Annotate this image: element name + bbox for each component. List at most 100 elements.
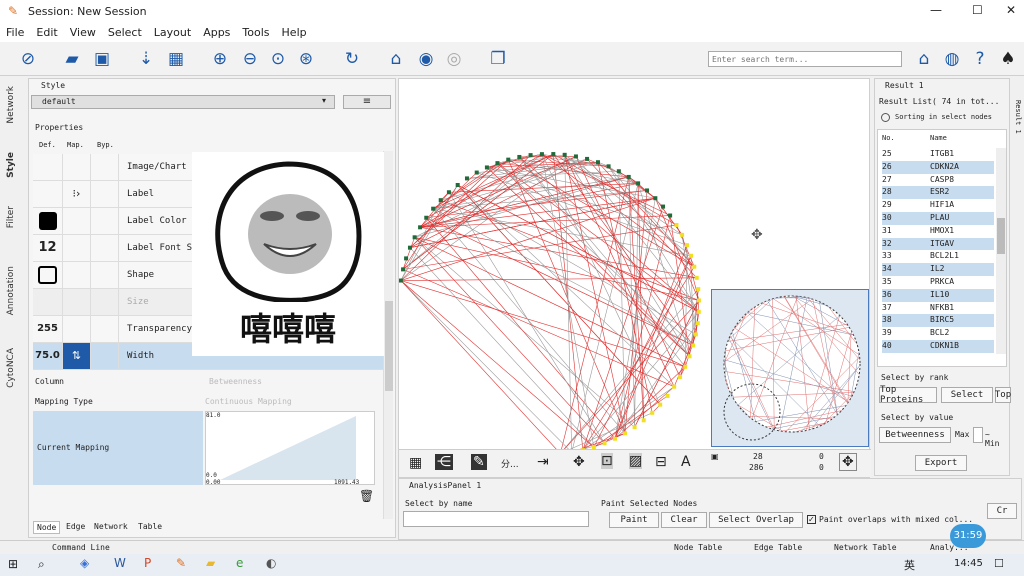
side-tab-filter[interactable]: Filter: [6, 206, 16, 228]
menu-file[interactable]: File: [0, 24, 30, 42]
paint-button[interactable]: Paint: [609, 512, 659, 528]
zoom-in-icon[interactable]: ⊕: [208, 47, 232, 71]
style-select[interactable]: default ▾: [31, 95, 335, 109]
layout-label[interactable]: 分...: [501, 457, 519, 470]
save-icon[interactable]: ▣: [90, 47, 114, 71]
browser-icon[interactable]: e: [236, 556, 243, 570]
result-scrollbar[interactable]: [996, 148, 1006, 354]
cytoscape-icon[interactable]: ✎: [176, 556, 186, 570]
tab-edge[interactable]: Edge: [63, 521, 88, 532]
select-overlap-button[interactable]: Select Overlap: [709, 512, 803, 528]
mapping-chart[interactable]: 81.0 0.0 0.00 1091.43: [205, 411, 375, 486]
edit-icon[interactable]: ✎: [471, 454, 487, 470]
style-menu-button[interactable]: ≡: [343, 95, 391, 109]
sorting-radio[interactable]: [881, 113, 890, 122]
select-button[interactable]: Select: [941, 387, 993, 403]
app-taskbar-icon-1[interactable]: ◈: [80, 556, 89, 570]
import-network-icon[interactable]: ⇣: [134, 47, 158, 71]
timer-badge[interactable]: 31:59: [950, 524, 986, 548]
node-table-tab[interactable]: Node Table: [674, 543, 722, 552]
hide-icon[interactable]: ◉: [414, 47, 438, 71]
share-icon[interactable]: ⋲: [435, 454, 453, 470]
side-tab-annotation[interactable]: Annotation: [6, 266, 16, 315]
result-row[interactable]: 38 BIRC5: [882, 314, 994, 328]
powerpoint-icon[interactable]: P: [144, 556, 151, 570]
ime-indicator[interactable]: 英: [904, 557, 915, 573]
result-row[interactable]: 40 CDKN1B: [882, 340, 994, 353]
result-row[interactable]: 28 ESR2: [882, 186, 994, 200]
network-table-tab[interactable]: Network Table: [834, 543, 897, 552]
home-network-icon[interactable]: ⌂: [384, 47, 408, 71]
mapping-type-value[interactable]: Continuous Mapping: [205, 397, 292, 406]
top-field[interactable]: Top: [995, 387, 1011, 403]
search-icon[interactable]: ⌕: [38, 557, 45, 572]
open-folder-icon[interactable]: ▰: [60, 47, 84, 71]
grid-icon[interactable]: ▦: [409, 455, 422, 471]
result-row[interactable]: 34 IL2: [882, 263, 994, 276]
value-column-select[interactable]: Betweenness: [879, 427, 951, 443]
network-canvas[interactable]: ✥ ▦ ⋲ ✎ 分... ⇥ ✥ ⊡ ▨ ⊟ A ▣ 28 286 0 0 ✥: [398, 78, 871, 478]
export-doc-icon[interactable]: ❐: [486, 47, 510, 71]
tab-node[interactable]: Node: [33, 521, 61, 534]
command-line-button[interactable]: Command Line: [52, 543, 110, 552]
export-button[interactable]: Export: [915, 455, 967, 471]
side-tab-style[interactable]: Style: [6, 152, 16, 178]
trash-icon[interactable]: 🗑: [359, 489, 374, 503]
help-icon[interactable]: ?: [968, 47, 992, 71]
search-input[interactable]: [708, 51, 902, 67]
mapping-sort-icon[interactable]: ⇅: [63, 343, 91, 369]
network-overview[interactable]: [711, 289, 869, 447]
menu-layout[interactable]: Layout: [148, 24, 197, 42]
menu-view[interactable]: View: [64, 24, 102, 42]
export-icon[interactable]: ⇥: [537, 454, 549, 470]
menu-edit[interactable]: Edit: [30, 24, 63, 42]
mapping-column-value[interactable]: Betweenness: [209, 377, 262, 386]
maximize-button[interactable]: ☐: [972, 3, 983, 17]
folder-icon[interactable]: ▰: [206, 556, 215, 570]
clock[interactable]: 14:45: [954, 558, 983, 569]
result-row[interactable]: 30 PLAU: [882, 212, 994, 225]
home-icon[interactable]: ⌂: [912, 47, 936, 71]
tab-network[interactable]: Network: [91, 521, 131, 532]
close-button[interactable]: ✕: [1006, 3, 1016, 17]
style-scrollbar[interactable]: [383, 151, 393, 519]
result-row[interactable]: 26 CDKN2A: [882, 160, 994, 174]
refresh-icon[interactable]: ↻: [340, 47, 364, 71]
fit-icon[interactable]: ✥: [839, 453, 857, 471]
select-by-name-input[interactable]: [403, 511, 589, 527]
result-row[interactable]: 35 PRKCA: [882, 276, 994, 289]
word-icon[interactable]: W: [114, 556, 126, 570]
app-taskbar-icon-2[interactable]: ◐: [266, 556, 276, 570]
zoom-fit-icon[interactable]: ⊙: [266, 47, 290, 71]
import-table-icon[interactable]: ▦: [164, 47, 188, 71]
notification-bell-icon[interactable]: ♠: [996, 47, 1020, 71]
paint-overlaps-checkbox[interactable]: ✓: [807, 515, 816, 524]
menu-apps[interactable]: Apps: [197, 24, 236, 42]
zoom-out-icon[interactable]: ⊖: [238, 47, 262, 71]
side-tab-cytonca[interactable]: CytoNCA: [6, 348, 16, 388]
select-all-icon[interactable]: ✥: [573, 454, 585, 470]
cr-button[interactable]: Cr: [987, 503, 1017, 519]
network-icon[interactable]: ⊘: [16, 47, 40, 71]
shape-icon[interactable]: [38, 266, 57, 284]
result-row[interactable]: 27 CASP8: [882, 174, 994, 187]
windows-start-icon[interactable]: ⊞: [8, 557, 18, 571]
result-row[interactable]: 25 ITGB1: [882, 148, 994, 161]
result-side-tab[interactable]: Result 1: [1014, 100, 1022, 134]
result-row[interactable]: 39 BCL2: [882, 327, 994, 340]
menu-tools[interactable]: Tools: [236, 24, 275, 42]
max-input[interactable]: [973, 427, 983, 443]
minimize-button[interactable]: —: [930, 3, 942, 17]
properties-label[interactable]: Properties: [35, 123, 83, 132]
select-annotations-icon[interactable]: ⊟: [655, 454, 667, 470]
select-nodes-icon[interactable]: ⊡: [601, 453, 613, 469]
result-row[interactable]: 31 HMOX1: [882, 225, 994, 238]
top-proteins-field[interactable]: Top Proteins: [879, 385, 937, 405]
show-icon[interactable]: ◎: [442, 47, 466, 71]
edge-table-tab[interactable]: Edge Table: [754, 543, 802, 552]
label-icon[interactable]: A: [681, 454, 691, 470]
zoom-selected-icon[interactable]: ⊛: [294, 47, 318, 71]
clear-button[interactable]: Clear: [661, 512, 707, 528]
result-row[interactable]: 36 IL10: [882, 288, 994, 302]
tab-table[interactable]: Table: [135, 521, 165, 532]
